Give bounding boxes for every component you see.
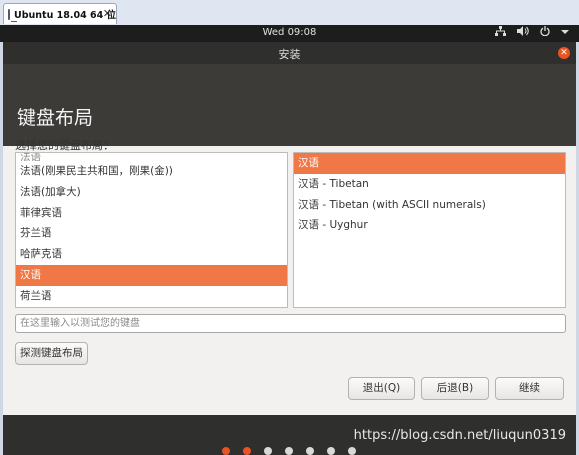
progress-dot [306,447,314,455]
system-menu[interactable] [495,26,569,39]
chevron-down-icon [561,26,569,39]
vm-tab[interactable]: Ubuntu 18.04 64 位 ✕ [3,3,117,24]
network-icon [495,26,506,39]
progress-dot [264,447,272,455]
window-title: 安装 [278,48,301,61]
progress-dot [222,447,230,455]
detect-layout-button[interactable]: 探测键盘布局 [15,342,88,365]
quit-button[interactable]: 退出(Q) [348,377,415,400]
list-item[interactable]: 菲律宾语 [16,203,287,224]
list-item[interactable]: 芬兰语 [16,223,287,244]
list-item[interactable]: 法语(加拿大) [16,182,287,203]
list-item[interactable]: 汉语 - Tibetan [294,174,565,195]
watermark: https://blog.csdn.net/liuqun0319 [353,428,566,443]
progress-dot [348,447,356,455]
list-item[interactable]: 法语(刚果民主共和国，刚果(金)) [16,161,287,182]
progress-dot [327,447,335,455]
continue-button[interactable]: 继续 [495,377,564,400]
list-item[interactable]: 汉语 [16,264,287,286]
window-close-button[interactable]: ✕ [558,47,570,59]
list-item[interactable]: 法语 [16,153,287,161]
list-item[interactable]: 汉语 [294,153,565,174]
clock[interactable]: Wed 09:08 [0,27,579,38]
progress-footer: https://blog.csdn.net/liuqun0319 [3,415,576,455]
vm-icon [8,8,17,22]
vm-tab-strip: Ubuntu 18.04 64 位 ✕ [0,0,579,26]
progress-dots [222,447,356,455]
title-bar: 安装 ✕ [3,42,576,64]
variant-list[interactable]: 汉语 汉语 - Tibetan 汉语 - Tibetan (with ASCII n… [293,152,566,308]
page-title: 键盘布局 [17,107,94,129]
layout-list[interactable]: 法语 法语(刚果民主共和国，刚果(金)) 法语(加拿大) 菲律宾语 芬兰语 哈萨克语 汉语… [15,152,288,308]
list-item[interactable]: 汉语 - Uyghur [294,215,565,236]
power-icon [540,26,550,39]
keyboard-test-input[interactable] [15,314,566,333]
list-item[interactable]: 荷兰语 [16,286,287,307]
page-header: 键盘布局 [3,64,576,146]
back-button[interactable]: 后退(B) [421,377,489,400]
layout-prompt: 选择您的键盘布局： [15,139,114,152]
volume-icon [517,26,529,39]
installer-window: 安装 ✕ 键盘布局 选择您的键盘布局： 法语 法语(刚果民主共和国，刚果(金))… [3,42,576,455]
top-panel: Wed 09:08 [0,25,579,42]
list-item[interactable]: 汉语 - Tibetan (with ASCII numerals) [294,195,565,216]
vm-tab-label: Ubuntu 18.04 64 位 [14,10,117,21]
close-icon[interactable]: ✕ [103,7,112,20]
list-item[interactable]: 哈萨克语 [16,244,287,265]
progress-dot [285,447,293,455]
progress-dot [243,447,251,455]
